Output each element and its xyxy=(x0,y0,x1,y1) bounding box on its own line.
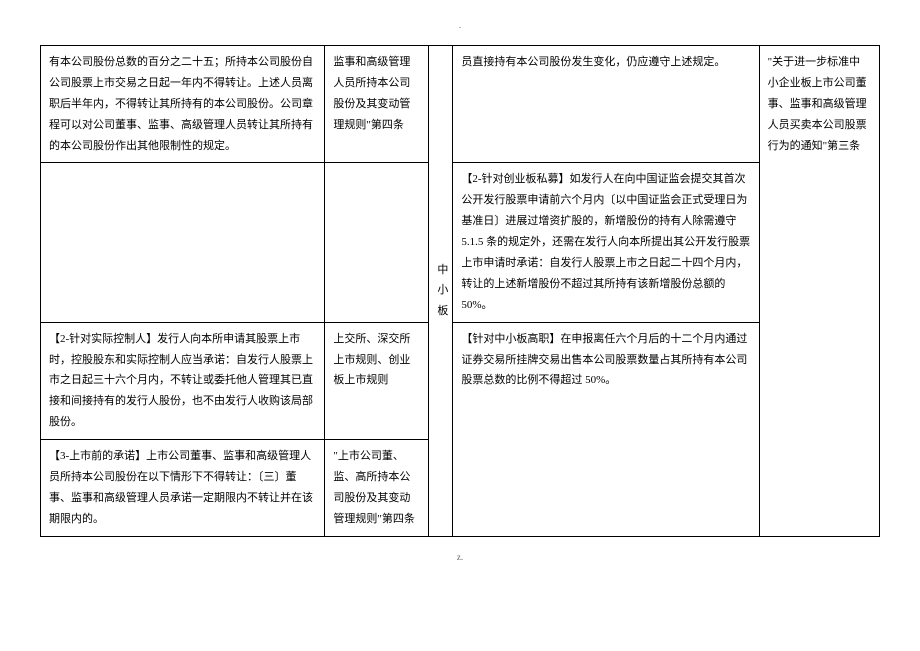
cell-board-label: 中小板 xyxy=(429,46,453,537)
cell-rule-text: 【2-针对实际控制人】发行人向本所申请其股票上市时，控股股东和实际控制人应当承诺… xyxy=(41,322,325,439)
page-marker-bottom: z. xyxy=(40,552,880,562)
cell-rule-text: 有本公司股份总数的百分之二十五；所持本公司股份自公司股票上市交易之日起一年内不得… xyxy=(41,46,325,163)
cell-source: "关于进一步标准中小企业板上市公司董事、监事和高级管理人员买卖本公司股票行为的通… xyxy=(759,46,879,537)
cell-source: 上交所、深交所上市规则、创业板上市规则 xyxy=(325,322,429,439)
cell-source: 监事和高级管理人员所持本公司股份及其变动管理规则"第四条 xyxy=(325,46,429,163)
cell-rule-text: 【针对中小板高职】在申报离任六个月后的十二个月内通过证券交易所挂牌交易出售本公司… xyxy=(453,322,759,536)
regulation-table: 有本公司股份总数的百分之二十五；所持本公司股份自公司股票上市交易之日起一年内不得… xyxy=(40,45,880,537)
cell-rule-text: 【2-针对创业板私募】如发行人在向中国证监会提交其首次公开发行股票申请前六个月内… xyxy=(453,163,759,322)
cell-rule-text: 员直接持有本公司股份发生变化，仍应遵守上述规定。 xyxy=(453,46,759,163)
table-row: 【2-针对实际控制人】发行人向本所申请其股票上市时，控股股东和实际控制人应当承诺… xyxy=(41,322,880,439)
page-marker-top: . xyxy=(40,20,880,30)
cell-rule-text: 【3-上市前的承诺】上市公司董事、监事和高级管理人员所持本公司股份在以下情形下不… xyxy=(41,440,325,537)
cell-source: "上市公司董、监、高所持本公司股份及其变动管理规则"第四条 xyxy=(325,440,429,537)
table-row: 有本公司股份总数的百分之二十五；所持本公司股份自公司股票上市交易之日起一年内不得… xyxy=(41,46,880,163)
cell-empty xyxy=(325,163,429,322)
table-row: 【2-针对创业板私募】如发行人在向中国证监会提交其首次公开发行股票申请前六个月内… xyxy=(41,163,880,322)
cell-empty xyxy=(41,163,325,322)
